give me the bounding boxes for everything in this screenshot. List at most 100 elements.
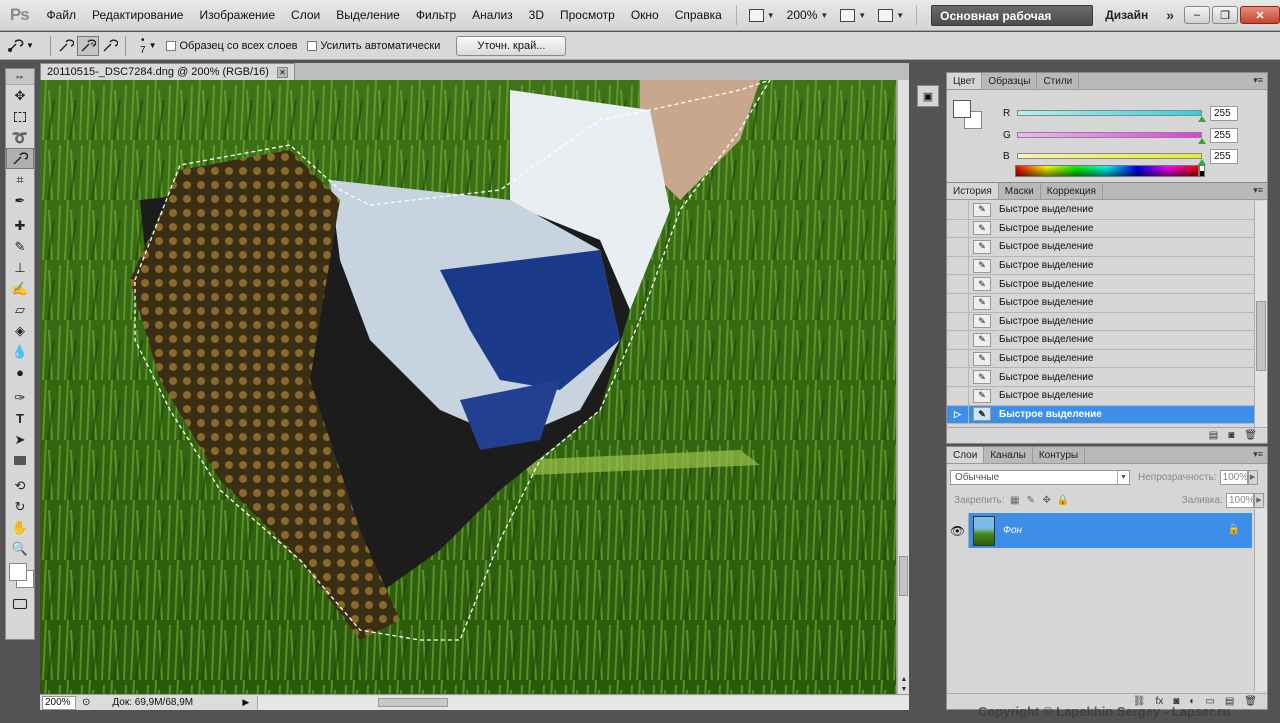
history-item[interactable]: ✎ Быстрое выделение — [947, 330, 1254, 350]
scroll-thumb[interactable] — [899, 556, 908, 596]
more-workspaces-icon[interactable]: » — [1160, 7, 1180, 23]
blend-mode-select[interactable]: Обычные ▼ — [950, 469, 1130, 485]
dodge-tool[interactable]: ● — [6, 362, 34, 383]
tab-masks[interactable]: Маски — [999, 183, 1041, 199]
slider-blue-track[interactable] — [1017, 153, 1206, 165]
history-scrollbar[interactable] — [1254, 201, 1267, 429]
brush-tool[interactable]: ✎ — [6, 236, 34, 257]
eyedropper-tool[interactable]: ✒ — [6, 190, 34, 211]
clone-stamp-tool[interactable]: ⊥ — [6, 257, 34, 278]
new-document-from-state-icon[interactable]: ▤ — [1209, 430, 1218, 441]
history-brush-source-icon[interactable] — [947, 312, 969, 331]
eraser-tool[interactable]: ▱ — [6, 299, 34, 320]
trash-icon[interactable]: 🗑 — [1244, 430, 1257, 441]
tool-preset-picker[interactable]: ▼ — [6, 38, 46, 54]
quick-mask-button[interactable] — [6, 593, 34, 614]
scroll-down-icon[interactable]: ▼ — [899, 684, 909, 694]
lock-transparency-icon[interactable]: ▦ — [1009, 494, 1021, 506]
tab-history[interactable]: История — [947, 183, 999, 199]
history-brush-source-icon[interactable] — [947, 256, 969, 275]
history-item[interactable]: ✎ Быстрое выделение — [947, 386, 1254, 406]
auto-enhance-checkbox[interactable]: Усилить автоматически — [307, 40, 440, 52]
arrange-documents-button[interactable]: ▼ — [834, 8, 872, 22]
foreground-color-swatch[interactable] — [9, 563, 27, 581]
history-brush-source-icon[interactable] — [947, 349, 969, 368]
tab-paths[interactable]: Контуры — [1033, 447, 1086, 463]
scroll-thumb[interactable] — [378, 697, 449, 707]
document-size-info[interactable]: Док: 69,9M/68,9M — [112, 697, 242, 708]
menu-file[interactable]: Файл — [39, 0, 85, 31]
history-brush-source-icon[interactable] — [947, 219, 969, 238]
menu-analysis[interactable]: Анализ — [464, 0, 521, 31]
history-item[interactable]: ✎ Быстрое выделение — [947, 219, 1254, 239]
layer-row-background[interactable]: 👁 Фон 🔒 — [947, 513, 1252, 548]
slider-knob[interactable] — [1198, 116, 1206, 122]
fill-slider-arrow-icon[interactable]: ▶ — [1254, 492, 1264, 508]
fill-field[interactable]: 100% — [1226, 492, 1255, 508]
zoom-field[interactable]: 200% — [42, 695, 76, 710]
status-menu-arrow-icon[interactable]: ▶ — [242, 697, 249, 708]
type-tool[interactable]: T — [6, 408, 34, 429]
workspace-design-button[interactable]: Дизайн — [1093, 8, 1160, 22]
tab-styles[interactable]: Стили — [1037, 73, 1080, 89]
workspace-essentials-button[interactable]: Основная рабочая среда — [931, 4, 1094, 44]
zoom-tool[interactable]: 🔍 — [6, 538, 34, 559]
tab-channels[interactable]: Каналы — [984, 447, 1033, 463]
menu-layers[interactable]: Слои — [283, 0, 328, 31]
layer-name[interactable]: Фон — [1003, 525, 1022, 536]
document-tab[interactable]: 20110515-_DSC7284.dng @ 200% (RGB/16) ✕ — [40, 63, 295, 80]
screen-mode-button[interactable]: ▼ — [743, 8, 781, 22]
opacity-slider-arrow-icon[interactable]: ▶ — [1247, 469, 1258, 485]
blur-tool[interactable]: 💧 — [6, 341, 34, 362]
lock-position-icon[interactable]: ✥ — [1041, 494, 1053, 506]
history-item[interactable]: ✎ Быстрое выделение — [947, 237, 1254, 257]
close-button[interactable]: ✕ — [1240, 6, 1280, 24]
healing-brush-tool[interactable]: ✚ — [6, 215, 34, 236]
color-swatches[interactable] — [6, 559, 34, 593]
menu-filter[interactable]: Фильтр — [408, 0, 464, 31]
slider-red-track[interactable] — [1017, 110, 1206, 122]
history-brush-tool[interactable]: ✍ — [6, 278, 34, 299]
history-item[interactable]: ✎ Быстрое выделение — [947, 256, 1254, 276]
horizontal-scrollbar[interactable] — [257, 695, 909, 710]
marquee-tool[interactable] — [6, 106, 34, 127]
slider-green-track[interactable] — [1017, 132, 1206, 144]
eye-icon[interactable]: 👁 — [947, 513, 969, 548]
history-brush-source-icon[interactable]: ▷ — [947, 405, 969, 424]
refine-edge-button[interactable]: Уточн. край... — [456, 35, 567, 56]
slider-blue[interactable]: B 255 — [1003, 148, 1265, 165]
move-tool[interactable]: ✥ — [6, 85, 34, 106]
history-item[interactable]: ✎ Быстрое выделение — [947, 368, 1254, 387]
vertical-scrollbar[interactable]: ▲ ▼ — [897, 80, 909, 694]
new-snapshot-icon[interactable]: ◙ — [1228, 430, 1234, 441]
subtract-from-selection-button[interactable] — [99, 36, 121, 56]
zoom-level-dropdown[interactable]: 200% ▼ — [781, 8, 835, 22]
quick-selection-tool[interactable] — [6, 148, 34, 169]
foreground-color-swatch[interactable] — [953, 100, 971, 118]
trash-icon[interactable]: 🗑 — [1244, 696, 1257, 707]
menu-3d[interactable]: 3D — [521, 0, 552, 31]
history-brush-source-icon[interactable] — [947, 275, 969, 294]
tab-swatches[interactable]: Образцы — [982, 73, 1038, 89]
history-item[interactable]: ✎ Быстрое выделение — [947, 201, 1254, 220]
slider-green-value[interactable]: 255 — [1210, 127, 1238, 143]
scroll-thumb[interactable] — [1256, 301, 1266, 371]
history-brush-source-icon[interactable] — [947, 237, 969, 256]
history-item[interactable]: ✎ Быстрое выделение — [947, 349, 1254, 369]
tab-layers[interactable]: Слои — [947, 447, 985, 463]
slider-green[interactable]: G 255 — [1003, 127, 1265, 144]
navigator-panel-icon[interactable]: ▣ — [917, 85, 939, 107]
slider-red[interactable]: R 255 — [1003, 105, 1265, 122]
layers-scrollbar[interactable] — [1254, 509, 1267, 691]
menu-image[interactable]: Изображение — [191, 0, 283, 31]
panel-menu-icon[interactable]: ▾≡ — [1253, 185, 1263, 196]
lasso-tool[interactable]: ➰ — [6, 127, 34, 148]
lock-pixels-icon[interactable]: ✎ — [1025, 494, 1037, 506]
slider-red-value[interactable]: 255 — [1210, 105, 1238, 121]
menu-help[interactable]: Справка — [667, 0, 730, 31]
status-info-icon[interactable]: ⊙ — [82, 697, 90, 708]
pen-tool[interactable]: ✑ — [6, 387, 34, 408]
hand-tool[interactable]: ✋ — [6, 517, 34, 538]
history-item[interactable]: ▷ ✎ Быстрое выделение — [947, 405, 1254, 425]
history-brush-source-icon[interactable] — [947, 386, 969, 405]
